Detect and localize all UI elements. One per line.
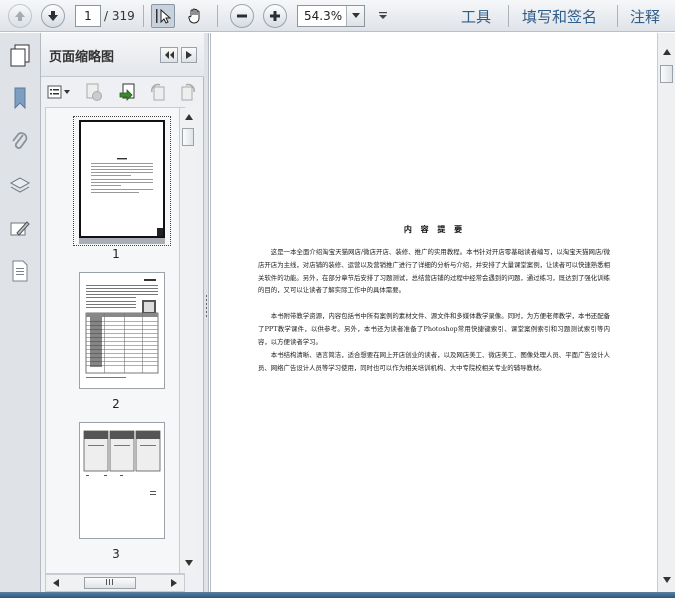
comment-menu[interactable]: 注释 [630, 6, 660, 27]
paperclip-icon [12, 132, 28, 149]
zoom-dropdown-button[interactable] [346, 6, 364, 26]
collapse-panel-button[interactable] [160, 47, 178, 63]
chevron-right-icon [186, 51, 192, 59]
plus-icon [270, 11, 280, 21]
panel-header: 页面缩略图 [41, 33, 204, 77]
rotate-right-icon [181, 83, 195, 101]
page-2-preview [85, 279, 159, 378]
scroll-up-button[interactable] [659, 45, 675, 59]
double-chevron-left-icon [165, 51, 174, 59]
grip-icon [106, 579, 113, 585]
scroll-up-button[interactable] [181, 110, 197, 124]
layers-nav-button[interactable] [7, 173, 33, 199]
document-title: 内 容 提 要 [403, 224, 466, 234]
panel-title: 页面缩略图 [49, 50, 115, 65]
tools-menu[interactable]: 工具 [461, 6, 491, 27]
zoom-level-value: 54.3% [304, 9, 343, 23]
document-paragraph: 本书结构清晰、语言简洁，适合想要在网上开店创业的读者，以及网店美工、微店美工、图… [258, 351, 610, 372]
scroll-down-button[interactable] [181, 556, 197, 570]
scroll-thumb[interactable] [84, 577, 136, 589]
thumbnail-number: 1 [112, 247, 120, 261]
zoom-in-button[interactable] [263, 4, 287, 28]
rotate-right-button[interactable] [177, 82, 199, 102]
bookmarks-nav-button[interactable] [7, 85, 33, 111]
thumbnail-horizontal-scrollbar[interactable] [45, 574, 185, 592]
pdf-viewer: 1 / 319 54.3% 工具 填写和签名 注释 页面缩略图 1 2 3 内 … [0, 0, 675, 598]
arrow-left-icon [53, 579, 59, 587]
select-tool-button[interactable] [151, 4, 175, 28]
arrow-down-icon [663, 577, 671, 583]
page-1-preview [91, 158, 163, 236]
thumbnail-page-1[interactable] [79, 120, 165, 238]
toolbar-divider [508, 5, 509, 27]
minus-icon [237, 14, 247, 18]
thumbnails-panel: 页面缩略图 1 2 3 [41, 33, 204, 592]
zoom-level-select[interactable]: 54.3% [297, 5, 365, 27]
rotate-left-icon [151, 83, 165, 101]
window-bottom-border [0, 592, 675, 598]
thumbnail-shadow [79, 238, 165, 244]
options-menu-button[interactable] [45, 82, 73, 102]
hand-tool-button[interactable] [183, 4, 207, 28]
toolbar-divider [143, 5, 144, 27]
rotate-left-button[interactable] [147, 82, 169, 102]
chevron-down-icon [351, 13, 360, 18]
thumbnail-page-3[interactable] [79, 422, 165, 539]
page-3-preview [83, 430, 161, 495]
thumbnail-vertical-scrollbar[interactable] [179, 108, 197, 573]
thumbnail-number: 2 [112, 397, 120, 411]
main-toolbar: 1 / 319 54.3% 工具 填写和签名 注释 [0, 0, 675, 32]
arrow-up-icon [185, 114, 193, 120]
scroll-thumb[interactable] [182, 128, 194, 146]
signatures-nav-button[interactable] [7, 216, 33, 242]
toolbar-divider [617, 5, 618, 27]
bookmark-icon [14, 87, 26, 109]
thumbnail-page-2[interactable] [79, 272, 165, 389]
list-options-icon [47, 85, 70, 99]
overflow-icon [379, 12, 387, 19]
thumbnail-list: 1 2 3 [45, 107, 185, 574]
next-page-button[interactable] [41, 4, 65, 28]
more-tools-button[interactable] [375, 4, 391, 28]
arrow-down-icon [48, 11, 58, 21]
scroll-right-button[interactable] [166, 576, 182, 590]
arrow-down-icon [185, 560, 193, 566]
cursor-icon [156, 8, 172, 24]
scroll-down-button[interactable] [659, 573, 675, 587]
page-total-label: / 319 [104, 9, 135, 23]
panel-toolbar [41, 77, 204, 107]
zoom-out-button[interactable] [230, 4, 254, 28]
delete-page-icon [86, 83, 102, 101]
document-view[interactable]: 内 容 提 要 这是一本全面介绍淘宝天猫网店/微店开店、装修、推广的实用教程。本… [210, 33, 657, 592]
panel-splitter[interactable] [204, 33, 209, 592]
document-paragraph: 这是一本全面介绍淘宝天猫网店/微店开店、装修、推广的实用教程。本书针对开店零基础… [258, 248, 610, 295]
previous-page-button[interactable] [8, 4, 32, 28]
page-number-input[interactable]: 1 [75, 5, 101, 27]
pages-icon [10, 44, 30, 67]
page-thumbnails-nav-button[interactable] [7, 43, 33, 69]
toolbar-divider [217, 5, 218, 27]
insert-page-icon [119, 83, 135, 101]
document-icon [12, 260, 28, 282]
arrow-up-icon [15, 11, 25, 21]
layers-icon [9, 177, 31, 193]
scroll-thumb[interactable] [660, 65, 673, 83]
signature-pen-icon [10, 221, 30, 236]
fill-and-sign-menu[interactable]: 填写和签名 [522, 6, 597, 27]
insert-page-button[interactable] [117, 82, 139, 102]
delete-page-button[interactable] [83, 82, 105, 102]
arrow-up-icon [663, 49, 671, 55]
scroll-left-button[interactable] [48, 576, 64, 590]
attachments-nav-button[interactable] [7, 129, 33, 155]
content-nav-button[interactable] [7, 258, 33, 284]
document-vertical-scrollbar[interactable] [657, 33, 675, 592]
thumbnail-number: 3 [112, 547, 120, 561]
expand-panel-button[interactable] [181, 47, 197, 63]
navigation-strip [0, 33, 41, 592]
arrow-right-icon [171, 579, 177, 587]
splitter-grip-icon [206, 295, 207, 317]
document-paragraph: 本书附带教学资源，内容包括书中所有案例的素材文件、源文件和多媒体教学录像。同时，… [258, 312, 610, 346]
hand-icon [188, 8, 200, 24]
